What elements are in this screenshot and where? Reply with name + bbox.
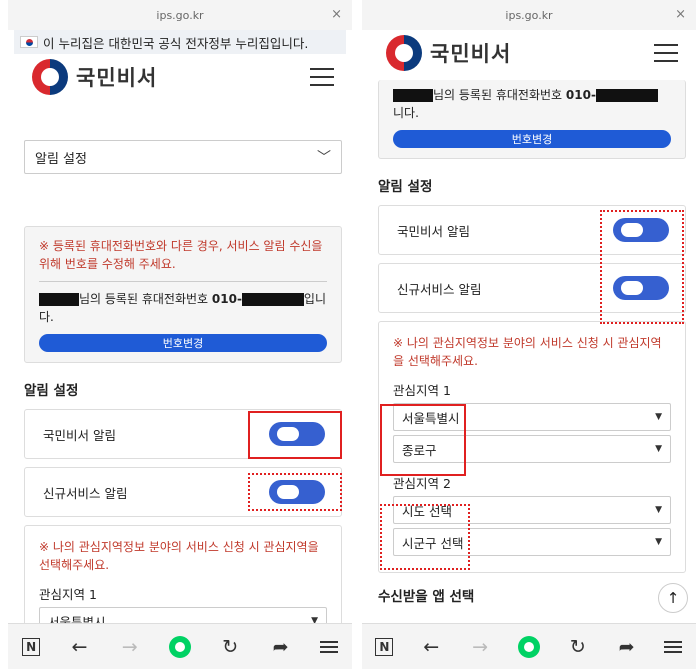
- back-arrow-icon[interactable]: ←: [420, 636, 442, 658]
- right-phone-screen: ips.go.kr × 국민비서 님의 등록된 휴대전화번호 010- 니다. …: [362, 0, 696, 669]
- url-bar[interactable]: ips.go.kr ×: [8, 0, 352, 30]
- taegeuk-logo-icon: [386, 35, 422, 71]
- menu-icon[interactable]: [664, 640, 683, 653]
- dropdown-arrow-icon: ▼: [655, 505, 662, 515]
- close-icon[interactable]: ×: [331, 7, 342, 22]
- dropdown-arrow-icon: ▼: [655, 412, 662, 422]
- naver-n-icon[interactable]: N: [375, 637, 394, 656]
- site-header: 국민비서: [8, 54, 352, 100]
- url-text: ips.go.kr: [156, 8, 204, 22]
- browser-bottom-nav: N ← → ↻ ➦: [8, 623, 352, 669]
- phone-notice: ※ 등록된 휴대전화번호와 다른 경우, 서비스 알림 수신을 위해 번호를 수…: [24, 226, 342, 363]
- toggle-label: 신규서비스 알림: [43, 485, 128, 501]
- dropdown-arrow-icon: ▼: [655, 537, 662, 547]
- share-icon[interactable]: ➦: [270, 636, 292, 658]
- toggle-label: 국민비서 알림: [43, 427, 116, 443]
- toggle-label: 신규서비스 알림: [397, 281, 482, 297]
- category-select[interactable]: 알림 설정 ﹀: [24, 140, 342, 174]
- highlight-box-solid-region1: [380, 404, 466, 476]
- masked-phone: [595, 89, 658, 102]
- refresh-icon[interactable]: ↻: [219, 636, 241, 658]
- toggle-label: 국민비서 알림: [397, 223, 470, 239]
- forward-arrow-icon[interactable]: →: [119, 636, 141, 658]
- change-phone-button[interactable]: 번호변경: [393, 130, 671, 148]
- menu-icon[interactable]: [319, 640, 338, 653]
- highlight-box-dotted-toggles: [600, 210, 684, 324]
- app-select-title: 수신받을 앱 선택: [378, 589, 475, 605]
- registered-phone: 님의 등록된 휴대전화번호 010- 입니다.: [39, 292, 327, 324]
- share-icon[interactable]: ➦: [616, 636, 638, 658]
- korea-flag-icon: [20, 36, 38, 48]
- phone-notice: 님의 등록된 휴대전화번호 010- 니다. 번호변경: [378, 80, 686, 159]
- scroll-top-icon[interactable]: ↑: [658, 583, 688, 613]
- region1-label: 관심지역 1: [39, 587, 97, 602]
- registered-phone: 님의 등록된 휴대전화번호 010- 니다.: [393, 86, 671, 122]
- highlight-box-solid: [248, 411, 342, 459]
- logo[interactable]: 국민비서: [32, 59, 157, 95]
- change-phone-button[interactable]: 번호변경: [39, 334, 327, 352]
- chevron-down-icon: ﹀: [317, 150, 331, 166]
- gov-banner-text: 이 누리집은 대한민국 공식 전자정부 누리집입니다.: [43, 35, 309, 51]
- brand-name: 국민비서: [76, 66, 158, 90]
- naver-n-icon[interactable]: N: [22, 637, 41, 656]
- taegeuk-logo-icon: [32, 59, 68, 95]
- left-phone-screen: ips.go.kr × 이 누리집은 대한민국 공식 전자정부 누리집입니다. …: [8, 0, 352, 669]
- brand-name: 국민비서: [430, 42, 512, 66]
- close-icon[interactable]: ×: [675, 7, 686, 22]
- masked-phone: [241, 293, 304, 306]
- url-text: ips.go.kr: [505, 8, 553, 22]
- url-bar[interactable]: ips.go.kr ×: [362, 0, 696, 30]
- dropdown-arrow-icon: ▼: [655, 444, 662, 454]
- home-icon[interactable]: [168, 635, 191, 658]
- forward-arrow-icon[interactable]: →: [469, 636, 491, 658]
- region-warning: ※ 나의 관심지역정보 분야의 서비스 신청 시 관심지역을 선택해주세요.: [39, 540, 319, 572]
- home-icon[interactable]: [517, 635, 540, 658]
- category-select-value: 알림 설정: [35, 151, 87, 167]
- section-title: 알림 설정: [24, 383, 79, 399]
- hamburger-menu-icon[interactable]: [654, 44, 678, 62]
- region1-label: 관심지역 1: [393, 383, 451, 398]
- gov-banner: 이 누리집은 대한민국 공식 전자정부 누리집입니다.: [14, 30, 346, 54]
- hamburger-menu-icon[interactable]: [310, 68, 334, 86]
- back-arrow-icon[interactable]: ←: [68, 636, 90, 658]
- section-title: 알림 설정: [378, 179, 433, 195]
- region-warning: ※ 나의 관심지역정보 분야의 서비스 신청 시 관심지역을 선택해주세요.: [393, 336, 662, 368]
- masked-name: [393, 89, 433, 102]
- logo[interactable]: 국민비서: [386, 35, 511, 71]
- highlight-box-dotted: [248, 473, 342, 511]
- refresh-icon[interactable]: ↻: [567, 636, 589, 658]
- notice-warning: ※ 등록된 휴대전화번호와 다른 경우, 서비스 알림 수신을 위해 번호를 수…: [39, 239, 323, 271]
- site-header: 국민비서: [362, 30, 696, 76]
- browser-bottom-nav: N ← → ↻ ➦: [362, 623, 696, 669]
- highlight-box-dotted-region2: [380, 504, 470, 570]
- masked-name: [39, 293, 79, 306]
